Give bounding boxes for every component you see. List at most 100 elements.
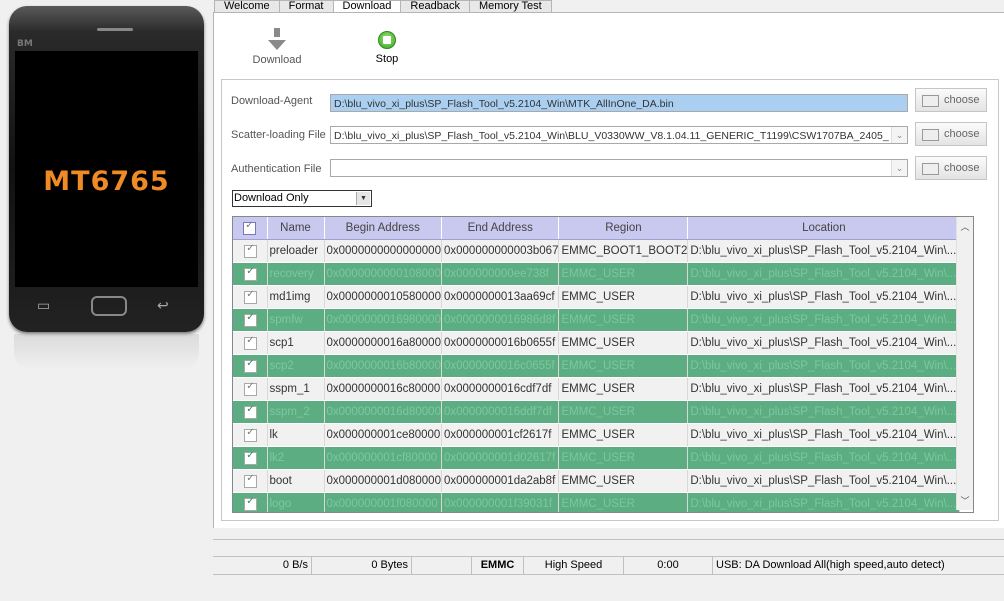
download-button[interactable]: Download <box>252 28 302 66</box>
row-checkbox[interactable] <box>233 377 268 401</box>
region: EMMC_USER <box>558 331 689 355</box>
column-location[interactable]: Location <box>687 217 961 240</box>
location[interactable]: D:\blu_vivo_xi_plus\SP_Flash_Tool_v5.210… <box>687 239 961 263</box>
column-region[interactable]: Region <box>558 217 689 240</box>
status-bytes: 0 Bytes <box>312 557 412 574</box>
end-address: 0x000000001f39031f <box>441 492 560 512</box>
table-row[interactable]: recovery0x00000000001080000x000000000ee7… <box>233 262 961 286</box>
begin-address: 0x000000001f080000 <box>324 492 442 512</box>
location[interactable]: D:\blu_vivo_xi_plus\SP_Flash_Tool_v5.210… <box>687 400 961 424</box>
phone-reflection <box>14 334 199 370</box>
table-row[interactable]: scp10x0000000016a800000x0000000016b0655f… <box>233 331 961 355</box>
download-agent-field[interactable]: D:\blu_vivo_xi_plus\SP_Flash_Tool_v5.210… <box>330 94 908 112</box>
status-empty <box>412 557 472 574</box>
table-scrollbar[interactable]: ︿ ﹀ <box>956 217 973 510</box>
table-row[interactable]: sspm_20x0000000016d800000x0000000016ddf7… <box>233 400 961 424</box>
select-all-checkbox[interactable] <box>233 217 268 240</box>
column-begin-address[interactable]: Begin Address <box>324 217 442 240</box>
partition-name: sspm_2 <box>267 400 325 424</box>
scatter-file-choose-button[interactable]: choose <box>915 122 987 146</box>
column-name[interactable]: Name <box>267 217 325 240</box>
begin-address: 0x0000000016b80000 <box>324 354 442 378</box>
phone-screen: MT6765 <box>15 51 198 287</box>
chevron-down-icon[interactable]: ▼ <box>356 192 370 205</box>
scroll-down-icon[interactable]: ﹀ <box>957 494 973 507</box>
status-bar: 0 B/s 0 Bytes EMMC High Speed 0:00 USB: … <box>213 556 1004 575</box>
scatter-file-field[interactable]: D:\blu_vivo_xi_plus\SP_Flash_Tool_v5.210… <box>330 126 908 144</box>
location[interactable]: D:\blu_vivo_xi_plus\SP_Flash_Tool_v5.210… <box>687 377 961 401</box>
region: EMMC_BOOT1_BOOT2 <box>558 239 689 263</box>
row-checkbox[interactable] <box>233 492 268 512</box>
stop-icon <box>378 31 396 49</box>
end-address: 0x0000000016986d8f <box>441 308 560 332</box>
row-checkbox[interactable] <box>233 423 268 447</box>
location[interactable]: D:\blu_vivo_xi_plus\SP_Flash_Tool_v5.210… <box>687 285 961 309</box>
begin-address: 0x0000000010580000 <box>324 285 442 309</box>
chevron-down-icon[interactable]: ⌄ <box>891 127 907 143</box>
row-checkbox[interactable] <box>233 308 268 332</box>
table-row[interactable]: boot0x000000001d0800000x000000001da2ab8f… <box>233 469 961 493</box>
auth-file-choose-button[interactable]: choose <box>915 156 987 180</box>
begin-address: 0x0000000016d80000 <box>324 400 442 424</box>
row-checkbox[interactable] <box>233 354 268 378</box>
region: EMMC_USER <box>558 423 689 447</box>
table-row[interactable]: md1img0x00000000105800000x0000000013aa69… <box>233 285 961 309</box>
table-row[interactable]: spmfw0x00000000169800000x0000000016986d8… <box>233 308 961 332</box>
download-agent-label: Download-Agent <box>231 95 313 107</box>
row-checkbox[interactable] <box>233 262 268 286</box>
progress-area <box>213 539 1004 557</box>
end-address: 0x0000000016b0655f <box>441 331 560 355</box>
auth-file-field[interactable]: ⌄ <box>330 159 908 177</box>
download-mode-select[interactable]: Download Only ▼ <box>232 190 372 207</box>
partition-name: preloader <box>267 239 325 263</box>
partition-name: scp1 <box>267 331 325 355</box>
status-time: 0:00 <box>624 557 713 574</box>
partition-name: lk2 <box>267 446 325 470</box>
table-row[interactable]: scp20x0000000016b800000x0000000016c0655f… <box>233 354 961 378</box>
location[interactable]: D:\blu_vivo_xi_plus\SP_Flash_Tool_v5.210… <box>687 262 961 286</box>
column-end-address[interactable]: End Address <box>441 217 560 240</box>
table-row[interactable]: preloader0x00000000000000000x00000000000… <box>233 239 961 263</box>
begin-address: 0x0000000016980000 <box>324 308 442 332</box>
region: EMMC_USER <box>558 308 689 332</box>
partition-name: recovery <box>267 262 325 286</box>
region: EMMC_USER <box>558 469 689 493</box>
region: EMMC_USER <box>558 285 689 309</box>
table-row[interactable]: sspm_10x0000000016c800000x0000000016cdf7… <box>233 377 961 401</box>
row-checkbox[interactable] <box>233 400 268 424</box>
location[interactable]: D:\blu_vivo_xi_plus\SP_Flash_Tool_v5.210… <box>687 492 961 512</box>
location[interactable]: D:\blu_vivo_xi_plus\SP_Flash_Tool_v5.210… <box>687 423 961 447</box>
location[interactable]: D:\blu_vivo_xi_plus\SP_Flash_Tool_v5.210… <box>687 469 961 493</box>
end-address: 0x0000000016c0655f <box>441 354 560 378</box>
folder-icon <box>922 95 939 107</box>
phone-image: BM MT6765 ▭ ↩ <box>9 6 204 332</box>
begin-address: 0x0000000000000000 <box>324 239 442 263</box>
row-checkbox[interactable] <box>233 285 268 309</box>
location[interactable]: D:\blu_vivo_xi_plus\SP_Flash_Tool_v5.210… <box>687 446 961 470</box>
row-checkbox[interactable] <box>233 446 268 470</box>
end-address: 0x000000001d02617f <box>441 446 560 470</box>
status-usb: USB: DA Download All(high speed,auto det… <box>716 559 945 571</box>
status-mode: High Speed <box>524 557 624 574</box>
row-checkbox[interactable] <box>233 331 268 355</box>
location[interactable]: D:\blu_vivo_xi_plus\SP_Flash_Tool_v5.210… <box>687 354 961 378</box>
scroll-up-icon[interactable]: ︿ <box>957 220 973 233</box>
chevron-down-icon[interactable]: ⌄ <box>891 160 907 176</box>
location[interactable]: D:\blu_vivo_xi_plus\SP_Flash_Tool_v5.210… <box>687 308 961 332</box>
table-row[interactable]: lk0x000000001ce800000x000000001cf2617fEM… <box>233 423 961 447</box>
row-checkbox[interactable] <box>233 469 268 493</box>
region: EMMC_USER <box>558 354 689 378</box>
phone-speaker <box>97 28 133 31</box>
partition-name: boot <box>267 469 325 493</box>
download-agent-choose-button[interactable]: choose <box>915 88 987 112</box>
chip-label: MT6765 <box>43 166 170 197</box>
begin-address: 0x000000001ce80000 <box>324 423 442 447</box>
table-row[interactable]: logo0x000000001f0800000x000000001f39031f… <box>233 492 961 512</box>
location[interactable]: D:\blu_vivo_xi_plus\SP_Flash_Tool_v5.210… <box>687 331 961 355</box>
table-row[interactable]: lk20x000000001cf800000x000000001d02617fE… <box>233 446 961 470</box>
download-mode-value: Download Only <box>234 192 309 204</box>
partition-name: md1img <box>267 285 325 309</box>
row-checkbox[interactable] <box>233 239 268 263</box>
partition-table: Name Begin Address End Address Region Lo… <box>232 216 974 513</box>
stop-button[interactable]: Stop <box>362 28 412 65</box>
